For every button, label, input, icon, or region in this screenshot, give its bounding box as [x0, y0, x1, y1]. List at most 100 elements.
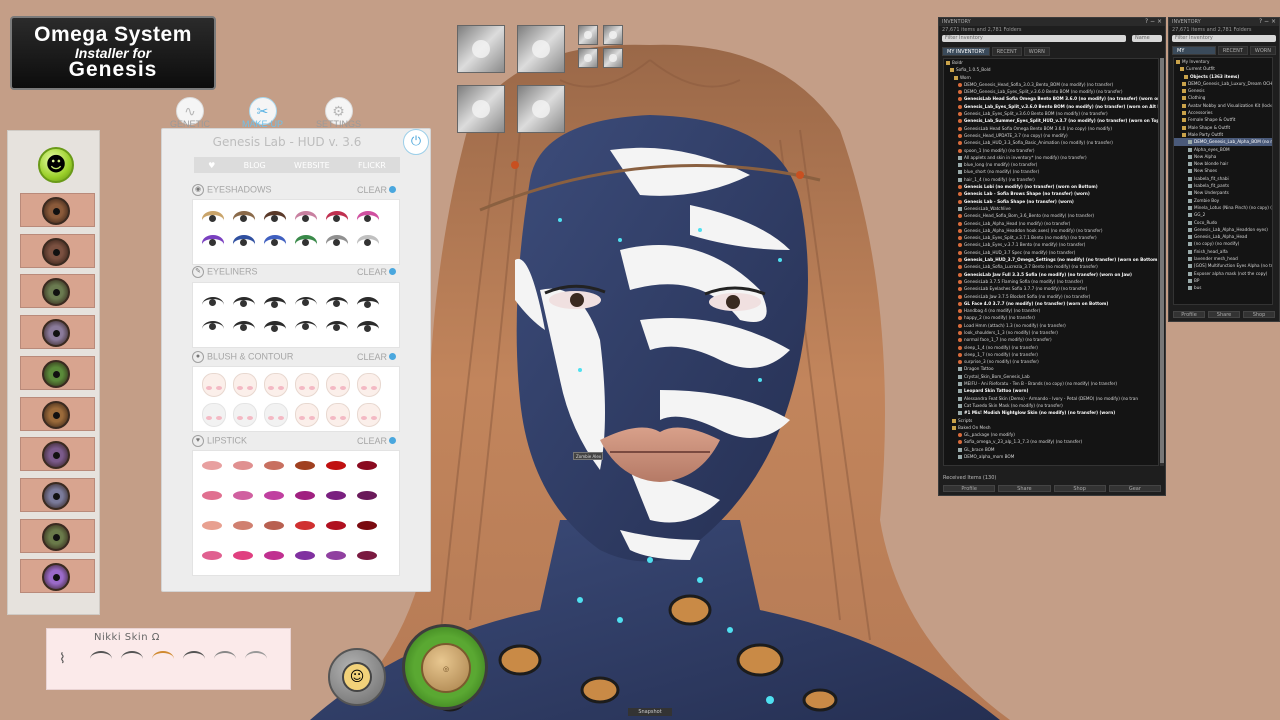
eyeliner-swatch[interactable]	[264, 321, 286, 332]
inventory-item[interactable]: Alpha_eyes_BOM	[1174, 146, 1272, 153]
inventory-item[interactable]: New blonde hair	[1174, 160, 1272, 167]
shop-button[interactable]: Shop	[1053, 485, 1106, 492]
eye-color-swatch[interactable]	[20, 355, 95, 390]
blush-swatch[interactable]	[202, 403, 226, 427]
lipstick-swatch[interactable]	[202, 521, 222, 530]
clear-button[interactable]: CLEAR	[357, 185, 396, 195]
inventory-item[interactable]: blue_long (no modify) (no transfer)	[944, 161, 1158, 168]
eye-color-swatch[interactable]	[20, 315, 95, 350]
lipstick-swatch[interactable]	[357, 461, 377, 470]
tab-makeup[interactable]: ✂ MAKE-UP	[238, 97, 287, 131]
inventory-item[interactable]: Genesis Lab - Sofia Shape (no transfer) …	[944, 198, 1158, 205]
eyeshadow-swatch[interactable]	[295, 213, 317, 223]
clear-button[interactable]: CLEAR	[357, 267, 396, 277]
lipstick-swatch[interactable]	[326, 491, 346, 500]
inventory-item[interactable]: Genesis_Lab_HUD_3.7 Spec (no modify) (no…	[944, 249, 1158, 256]
tab-my-inventory[interactable]: MY INVENTORY	[1172, 46, 1216, 63]
inventory-item[interactable]: Cat Tuxedo Skin Mask (no modify) (no tra…	[944, 402, 1158, 409]
lipstick-swatch[interactable]	[357, 491, 377, 500]
inventory-item[interactable]: GenesisLab_Watchlive	[944, 205, 1158, 212]
inventory-item[interactable]: normal face_1_7 (no modify) (no transfer…	[944, 336, 1158, 343]
inventory-item[interactable]: blue_short (no modify) (no transfer)	[944, 168, 1158, 175]
face-animation-button[interactable]: ☺	[328, 648, 386, 706]
inventory-item[interactable]: DEMO_alpha_mom BOM	[944, 453, 1158, 460]
inventory-item[interactable]: New Underpants	[1174, 189, 1272, 196]
inventory-item[interactable]: Current Outfit	[1174, 65, 1272, 72]
inventory-item[interactable]: look_shoulders_1_3 (no modify) (no trans…	[944, 329, 1158, 336]
gear-button[interactable]: Gear	[1108, 485, 1161, 492]
blush-swatch[interactable]	[326, 403, 350, 427]
inventory-item[interactable]: Female Shape & Outfit	[1174, 116, 1272, 123]
inventory-item[interactable]: Isabela_fit_pants	[1174, 182, 1272, 189]
share-button[interactable]: Share	[1208, 311, 1240, 318]
filter-select[interactable]: Name	[1132, 35, 1162, 42]
eyeliner-swatch[interactable]	[202, 297, 224, 307]
inventory-item[interactable]: Crystal_Skin_Bom_Genesis_Lab	[944, 373, 1158, 380]
thumbnail[interactable]	[578, 25, 598, 45]
inventory-item[interactable]: finish_head_alfa	[1174, 248, 1272, 255]
inventory-item[interactable]: #1 Mis! Modish Nightglow Skin (no modify…	[944, 409, 1158, 416]
window-controls[interactable]: ? − ×	[1145, 18, 1162, 26]
inventory-item[interactable]: Genesis_Lab_Alpha_Head (no modify) (no t…	[944, 220, 1158, 227]
blush-swatch[interactable]	[264, 403, 288, 427]
nav-blog[interactable]: BLOG	[244, 161, 266, 170]
eyeliner-swatch[interactable]	[326, 321, 348, 331]
inventory-item[interactable]: Male Shape & Outfit	[1174, 124, 1272, 131]
blush-swatch[interactable]	[202, 373, 226, 397]
tab-settings[interactable]: ⚙ SETTINGS	[312, 97, 365, 131]
inventory-item[interactable]: Avatar Nobby and Visualization Kit (lock…	[1174, 102, 1272, 109]
genesis-coin-button[interactable]: ◎	[402, 624, 488, 710]
nav-website[interactable]: WEBSITE	[294, 161, 330, 170]
inventory-item[interactable]: GL_brace BOM	[944, 446, 1158, 453]
inventory-item[interactable]: lavender mesh_head	[1174, 255, 1272, 262]
inventory-item[interactable]: GenesisLab 3.7.5 Flaming Sofia (no modif…	[944, 278, 1158, 285]
inventory-item[interactable]: Genesis_Lab_Sofia_Lucrezia_3.7 Bento (no…	[944, 263, 1158, 270]
inventory-item[interactable]: sleep_1_7 (no modify) (no transfer)	[944, 351, 1158, 358]
window-controls[interactable]: ? − ×	[1259, 18, 1276, 26]
eyeshadow-swatch[interactable]	[295, 237, 317, 247]
lipstick-swatch[interactable]	[202, 461, 222, 470]
lipstick-swatch[interactable]	[264, 521, 284, 530]
lipstick-swatch[interactable]	[264, 461, 284, 470]
filter-input[interactable]: Filter Inventory	[1172, 35, 1276, 42]
inventory-item[interactable]: (no copy) (no modify)	[1174, 240, 1272, 247]
eye-color-swatch[interactable]	[20, 518, 95, 553]
brow-swatch[interactable]	[152, 651, 174, 667]
inventory-item[interactable]: New Shoes	[1174, 167, 1272, 174]
eyeliner-swatch[interactable]	[233, 321, 255, 331]
blush-swatch[interactable]	[357, 373, 381, 397]
inventory-item[interactable]: bus	[1174, 284, 1272, 291]
blush-swatch[interactable]	[295, 403, 319, 427]
eyeliner-swatch[interactable]	[202, 321, 224, 331]
inventory-item[interactable]: Genesis_Lab_Summer_Eyes_Split_HUD_v.3.7 …	[944, 117, 1158, 124]
inventory-item[interactable]: GenesisLab Head Sofia Omega Bento BOM 3.…	[944, 95, 1158, 102]
eyeshadow-swatch[interactable]	[357, 237, 379, 247]
inventory-item[interactable]: Boldr	[944, 59, 1158, 66]
smiley-button[interactable]: ☻	[38, 147, 74, 183]
inventory-item[interactable]: Scripts	[944, 417, 1158, 424]
lipstick-swatch[interactable]	[357, 551, 377, 560]
thumbnail[interactable]	[603, 25, 623, 45]
lipstick-swatch[interactable]	[326, 551, 346, 560]
inventory-item[interactable]: Worn	[944, 74, 1158, 81]
lipstick-swatch[interactable]	[233, 491, 253, 500]
eyeliner-swatch[interactable]	[357, 321, 379, 332]
lipstick-swatch[interactable]	[202, 551, 222, 560]
eyeshadow-swatch[interactable]	[357, 213, 379, 223]
blush-swatch[interactable]	[264, 373, 288, 397]
heart-icon[interactable]: ♥	[208, 161, 215, 170]
lipstick-swatch[interactable]	[233, 551, 253, 560]
lipstick-swatch[interactable]	[295, 461, 315, 470]
tab-worn[interactable]: WORN	[1249, 46, 1276, 55]
eyeliner-swatch[interactable]	[264, 297, 286, 308]
inventory-item[interactable]: happy_2 (no modify) (no transfer)	[944, 314, 1158, 321]
inventory-item[interactable]: Genesis_Lab_Alpha_Head	[1174, 233, 1272, 240]
inventory-item[interactable]: MEIFU - Ani Rieforatu - Ten B - Brands (…	[944, 380, 1158, 387]
thumbnail[interactable]	[517, 25, 565, 73]
inventory-item[interactable]: Minela_Lotus (Nina Pinch) (no copy) (no …	[1174, 204, 1272, 211]
clear-button[interactable]: CLEAR	[357, 436, 396, 446]
eyeliner-swatch[interactable]	[233, 297, 255, 307]
tab-recent[interactable]: RECENT	[1217, 46, 1248, 55]
inventory-item[interactable]: DEMO_Genesis_Lab_Alpha_BOM (no modify)	[1174, 138, 1272, 146]
eyeliner-swatch[interactable]	[326, 297, 348, 307]
